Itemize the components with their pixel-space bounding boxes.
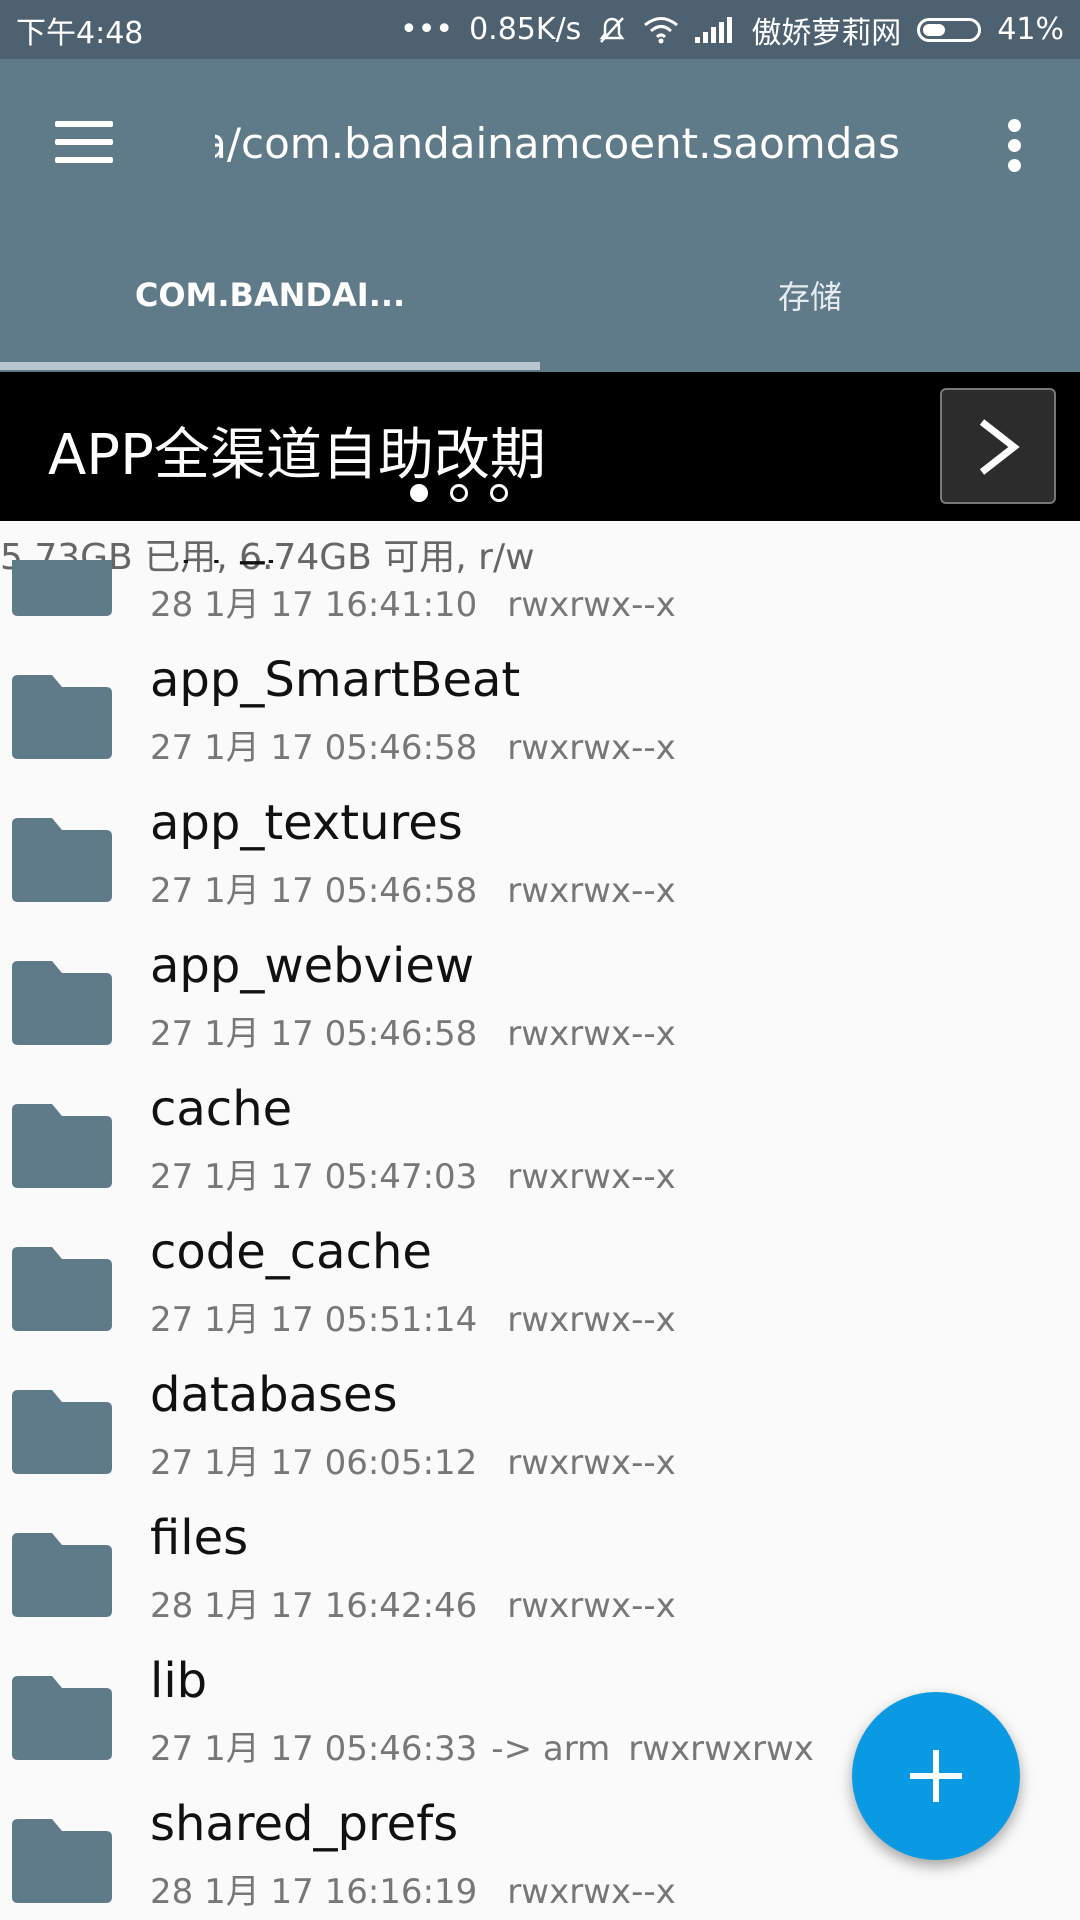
banner-dot (450, 484, 468, 502)
banner-dot (490, 484, 508, 502)
file-meta: 27 1月 17 05:51:14 rwxrwx--x (150, 1292, 676, 1341)
file-permissions: rwxrwx--x (507, 1443, 676, 1483)
banner-next-button[interactable] (940, 388, 1056, 504)
file-permissions: rwxrwx--x (507, 1014, 676, 1054)
file-permissions: rwxrwx--x (507, 1157, 676, 1197)
file-row[interactable]: files 28 1月 17 16:42:46 rwxrwx--x (0, 1503, 1080, 1646)
file-meta: 28 1月 17 16:16:19 rwxrwx--x (150, 1864, 676, 1913)
file-permissions: rwxrwx--x (507, 1586, 676, 1626)
current-path-text: /data/data/com.bandainamcoent.saomdas (215, 119, 900, 168)
banner-pagination-dots (410, 484, 508, 502)
folder-icon (12, 1247, 112, 1331)
file-name: app_webview (150, 938, 475, 994)
banner-dot (410, 484, 428, 502)
file-row[interactable]: code_cache 27 1月 17 05:51:14 rwxrwx--x (0, 1217, 1080, 1360)
add-fab-button[interactable] (852, 1692, 1020, 1860)
tab-storage-label: 存储 (777, 277, 842, 316)
file-name: app_partial (150, 560, 419, 565)
promo-banner[interactable]: APP全渠道自助改期 (0, 372, 1080, 521)
file-meta: 27 1月 17 05:46:33 -> arm rwxrwxrwx (150, 1721, 814, 1770)
file-date: 27 1月 17 05:46:33 (150, 1729, 478, 1769)
battery-fill (923, 23, 945, 36)
file-name: app_SmartBeat (150, 652, 521, 708)
folder-icon (12, 1819, 112, 1903)
file-row[interactable]: cache 27 1月 17 05:47:03 rwxrwx--x (0, 1074, 1080, 1217)
tab-storage[interactable]: 存储 (540, 217, 1080, 372)
file-permissions: rwxrwx--x (507, 871, 676, 911)
hamburger-menu-icon[interactable] (55, 121, 113, 163)
tab-current-folder-label: COM.BANDAI... (134, 275, 406, 314)
signal-icon (695, 16, 733, 43)
tab-bar: COM.BANDAI... 存储 (0, 217, 1080, 372)
chevron-right-icon (979, 419, 1020, 475)
file-row[interactable]: app_partial 28 1月 17 16:41:10 rwxrwx--x (0, 560, 1080, 645)
file-date: 27 1月 17 05:46:58 (150, 728, 478, 768)
file-date: 28 1月 17 16:16:19 (150, 1872, 478, 1912)
file-row[interactable]: app_SmartBeat 27 1月 17 05:46:58 rwxrwx--x (0, 645, 1080, 788)
folder-icon (12, 1104, 112, 1188)
file-meta: 27 1月 17 06:05:12 rwxrwx--x (150, 1435, 676, 1484)
tab-indicator (0, 362, 540, 370)
file-name: files (150, 1510, 249, 1566)
battery-icon (917, 17, 982, 42)
file-date: 27 1月 17 05:46:58 (150, 871, 478, 911)
battery-body (917, 17, 982, 42)
file-permissions: rwxrwx--x (507, 1872, 676, 1912)
status-time: 下午4:48 (16, 15, 144, 51)
file-row[interactable]: databases 27 1月 17 06:05:12 rwxrwx--x (0, 1360, 1080, 1503)
folder-icon (12, 1390, 112, 1474)
file-name: app_textures (150, 795, 463, 851)
folder-icon (12, 818, 112, 902)
file-permissions: rwxrwx--x (507, 728, 676, 768)
file-date: 28 1月 17 16:41:10 (150, 585, 478, 625)
file-name: lib (150, 1653, 208, 1709)
tab-current-folder[interactable]: COM.BANDAI... (0, 217, 540, 372)
file-date: 27 1月 17 05:51:14 (150, 1300, 478, 1340)
file-date: 27 1月 17 05:47:03 (150, 1157, 478, 1197)
file-meta: 28 1月 17 16:41:10 rwxrwx--x (150, 577, 676, 626)
file-name: databases (150, 1367, 398, 1423)
file-permissions: rwxrwx--x (507, 585, 676, 625)
network-speed: 0.85K/s (469, 12, 582, 47)
file-date: 27 1月 17 05:46:58 (150, 1014, 478, 1054)
folder-icon (12, 1676, 112, 1760)
file-date: 27 1月 17 06:05:12 (150, 1443, 478, 1483)
app-bar: /data/data/com.bandainamcoent.saomdas (0, 59, 1080, 217)
mute-icon (599, 16, 625, 43)
file-permissions: rwxrwx--x (507, 1300, 676, 1340)
more-dots-icon: ••• (400, 12, 454, 47)
folder-icon (12, 675, 112, 759)
file-date: 28 1月 17 16:42:46 (150, 1586, 478, 1626)
battery-percent: 41% (997, 12, 1064, 47)
status-icons: ••• 0.85K/s 傲娇萝莉网 41% (400, 8, 1064, 52)
file-name: shared_prefs (150, 1796, 459, 1852)
overflow-menu-icon[interactable] (1005, 119, 1025, 173)
folder-icon (12, 1533, 112, 1617)
status-bar: 下午4:48 ••• 0.85K/s 傲娇萝莉网 41% (0, 0, 1080, 59)
folder-icon (12, 560, 112, 616)
banner-text: APP全渠道自助改期 (48, 423, 546, 488)
file-permissions: rwxrwxrwx (628, 1729, 814, 1769)
wifi-icon (644, 16, 679, 43)
current-path-title: /data/data/com.bandainamcoent.saomdas (215, 119, 900, 169)
file-name: code_cache (150, 1224, 432, 1280)
file-meta: 27 1月 17 05:46:58 rwxrwx--x (150, 1006, 676, 1055)
folder-icon (12, 961, 112, 1045)
file-row[interactable]: app_textures 27 1月 17 05:46:58 rwxrwx--x (0, 788, 1080, 931)
carrier-name: 傲娇萝莉网 (751, 15, 902, 51)
file-meta: 27 1月 17 05:47:03 rwxrwx--x (150, 1149, 676, 1198)
file-name: cache (150, 1081, 293, 1137)
file-row[interactable]: app_webview 27 1月 17 05:46:58 rwxrwx--x (0, 931, 1080, 1074)
file-meta: 28 1月 17 16:42:46 rwxrwx--x (150, 1578, 676, 1627)
file-link-target: -> arm (491, 1729, 611, 1769)
file-meta: 27 1月 17 05:46:58 rwxrwx--x (150, 720, 676, 769)
file-meta: 27 1月 17 05:46:58 rwxrwx--x (150, 863, 676, 912)
